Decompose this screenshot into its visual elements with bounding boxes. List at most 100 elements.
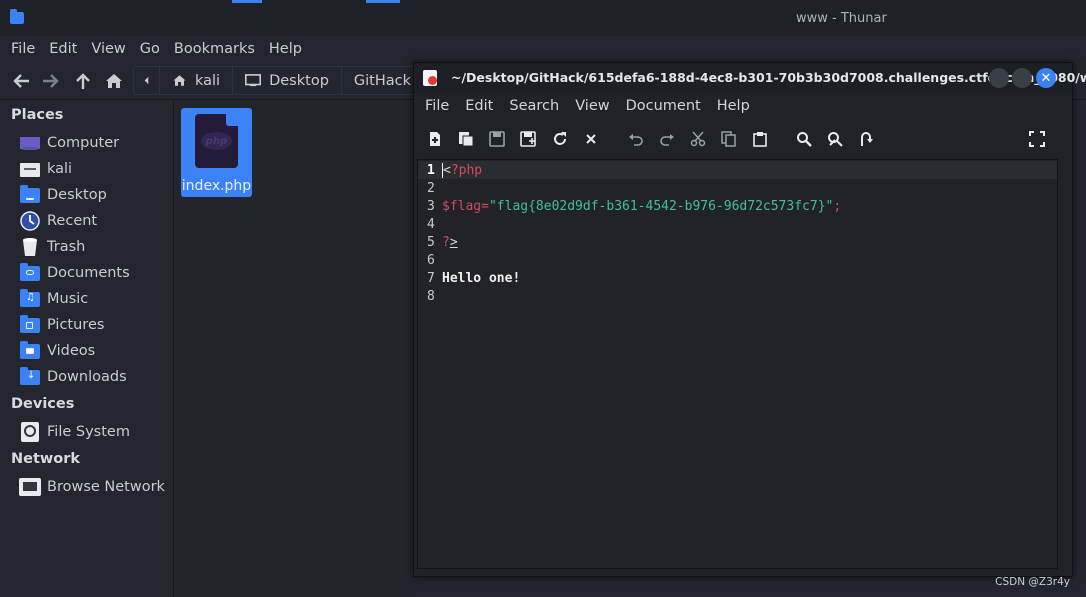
pathbar-left-arrow[interactable] <box>134 67 160 94</box>
sidebar-item-videos[interactable]: Videos <box>19 340 95 362</box>
flag-variable: $flag <box>442 198 482 214</box>
menu-bookmarks[interactable]: Bookmarks <box>174 41 255 57</box>
hello-text: Hello one! <box>442 270 521 286</box>
sidebar-item-documents[interactable]: Documents <box>19 262 130 284</box>
go-to-line-icon[interactable] <box>857 130 875 148</box>
home-folder-icon <box>19 160 41 178</box>
sidebar-item-computer[interactable]: Computer <box>19 132 119 154</box>
code-line: 6 <box>418 251 1057 269</box>
thunar-folder-icon <box>10 9 24 24</box>
copy-icon[interactable] <box>720 130 738 148</box>
code-line: 7 Hello one! <box>418 269 1057 287</box>
watermark: CSDN @Z3r4y <box>995 576 1070 588</box>
menu-file[interactable]: File <box>11 41 35 57</box>
code-line: 2 <box>418 179 1057 197</box>
save-icon[interactable] <box>488 130 506 148</box>
music-folder-icon: ♫ <box>19 288 41 308</box>
reload-icon[interactable] <box>551 130 569 148</box>
sidebar-item-downloads[interactable]: ↓ Downloads <box>19 366 127 388</box>
editor-menu-search[interactable]: Search <box>509 98 559 114</box>
computer-icon <box>19 134 41 152</box>
search-icon[interactable] <box>795 130 813 148</box>
videos-folder-icon <box>19 340 41 360</box>
file-item-index-php[interactable]: php index.php <box>181 108 252 197</box>
workspace-indicator <box>232 0 262 3</box>
editor-menu-help[interactable]: Help <box>717 98 750 114</box>
new-document-icon[interactable] <box>426 130 444 148</box>
mousepad-icon <box>423 70 437 86</box>
sidebar-item-music[interactable]: ♫ Music <box>19 288 88 310</box>
line-number: 4 <box>427 216 435 232</box>
home-icon <box>173 75 186 86</box>
line-number: 5 <box>427 234 435 250</box>
workspace-indicator <box>366 0 400 3</box>
code-line: 4 <box>418 215 1057 233</box>
places-header: Places <box>11 107 64 123</box>
text-area[interactable]: 1 <?php 2 3 $flag="flag{8e02d9df-b361-45… <box>417 159 1058 569</box>
menu-view[interactable]: View <box>91 41 125 57</box>
up-arrow-icon[interactable] <box>73 71 93 91</box>
documents-folder-icon <box>19 262 41 282</box>
editor-menu-document[interactable]: Document <box>626 98 701 114</box>
line-number: 8 <box>427 288 435 304</box>
downloads-folder-icon: ↓ <box>19 366 41 386</box>
code-line: 8 <box>418 287 1057 305</box>
line-number: 6 <box>427 252 435 268</box>
line-number: 7 <box>427 270 435 286</box>
close-document-icon[interactable] <box>582 130 600 148</box>
trash-icon <box>19 238 41 256</box>
drive-icon <box>19 422 41 442</box>
flag-string: "flag{8e02d9df-b361-4542-b976-96d72c573f… <box>488 198 834 214</box>
code-line: 5 ?> <box>418 233 1057 251</box>
php-file-icon: php <box>195 114 238 168</box>
fullscreen-icon[interactable] <box>1028 130 1046 148</box>
breadcrumb: kali Desktop GitHack ( <box>133 66 447 95</box>
close-icon: ✕ <box>1040 70 1052 86</box>
redo-icon[interactable] <box>658 130 676 148</box>
crumb-desktop[interactable]: Desktop <box>233 67 342 94</box>
close-button[interactable]: ✕ <box>1036 68 1056 88</box>
line-number: 1 <box>427 162 435 178</box>
home-icon[interactable] <box>104 71 124 91</box>
sidebar-item-kali[interactable]: kali <box>19 158 72 180</box>
sidebar-item-file-system[interactable]: File System <box>19 421 130 443</box>
editor-statusbar <box>414 570 1072 576</box>
paste-icon[interactable] <box>751 130 769 148</box>
minimize-button[interactable] <box>989 68 1009 88</box>
sidebar-item-recent[interactable]: Recent <box>19 210 97 232</box>
menu-edit[interactable]: Edit <box>49 41 77 57</box>
editor-menu-view[interactable]: View <box>575 98 609 114</box>
menu-help[interactable]: Help <box>269 41 302 57</box>
network-header: Network <box>11 451 81 467</box>
editor-menu-edit[interactable]: Edit <box>465 98 493 114</box>
save-as-icon[interactable] <box>519 130 537 148</box>
pictures-folder-icon <box>19 314 41 334</box>
forward-arrow-icon[interactable] <box>41 71 61 91</box>
thunar-menubar: File Edit View Go Bookmarks Help <box>0 36 1086 62</box>
new-window-icon[interactable] <box>457 130 475 148</box>
sidebar-item-trash[interactable]: Trash <box>19 236 85 258</box>
crumb-githack[interactable]: GitHack <box>342 67 425 94</box>
sidebar-item-desktop[interactable]: Desktop <box>19 184 107 206</box>
desktop-folder-icon <box>19 184 41 204</box>
file-name: index.php <box>181 178 252 194</box>
php-open-tag: ?php <box>450 162 483 178</box>
devices-header: Devices <box>11 396 75 412</box>
back-arrow-icon[interactable] <box>11 71 31 91</box>
editor-menubar: File Edit Search View Document Help <box>414 93 1072 119</box>
find-replace-icon[interactable] <box>826 130 844 148</box>
undo-icon[interactable] <box>627 130 645 148</box>
line-number: 2 <box>427 180 435 196</box>
cut-icon[interactable] <box>689 130 707 148</box>
menu-go[interactable]: Go <box>140 41 160 57</box>
window-title: www - Thunar <box>796 11 887 26</box>
editor-window: ~/Desktop/GitHack/615defa6-188d-4ec8-b30… <box>413 62 1086 577</box>
sidebar-item-browse-network[interactable]: Browse Network <box>19 476 165 498</box>
editor-menu-file[interactable]: File <box>425 98 449 114</box>
editor-titlebar: ~/Desktop/GitHack/615defa6-188d-4ec8-b30… <box>414 63 1086 93</box>
line-number: 3 <box>427 198 435 214</box>
crumb-kali[interactable]: kali <box>160 67 234 94</box>
maximize-button[interactable] <box>1012 68 1032 88</box>
sidebar-item-pictures[interactable]: Pictures <box>19 314 104 336</box>
code-line: 1 <?php <box>418 161 1057 179</box>
